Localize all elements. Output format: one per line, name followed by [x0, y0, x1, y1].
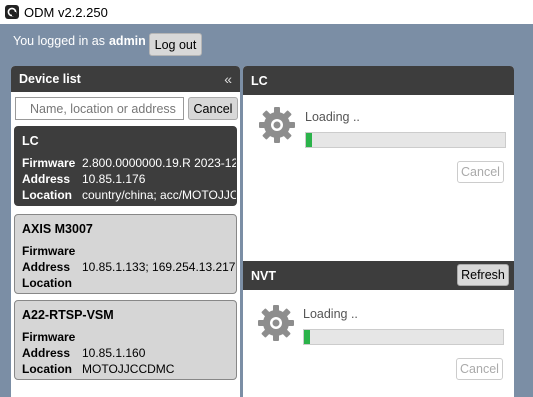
window-titlebar: ODM v2.2.250 — [0, 0, 533, 24]
nvt-panel-header: NVT Refresh — [243, 261, 514, 290]
device-search-input[interactable]: Name, location or address — [15, 97, 184, 120]
nvt-progress-bar — [303, 329, 504, 345]
device-card-a22-rtsp-vsm[interactable]: A22-RTSP-VSM Firmware Address 10.85.1.160… — [14, 300, 237, 380]
location-label: Location — [22, 188, 72, 202]
window-title: ODM v2.2.250 — [24, 5, 108, 20]
device-list-panel: Device list « Name, location or address … — [11, 66, 240, 397]
logout-button[interactable]: Log out — [149, 33, 202, 56]
lc-panel-title: LC — [251, 73, 268, 88]
location-label: Location — [22, 276, 72, 290]
app-main: You logged in as admin Log out Device li… — [0, 24, 533, 397]
device-card-lc[interactable]: LC Firmware 2.800.0000000.19.R 2023-12- A… — [14, 126, 237, 206]
login-status: You logged in as admin — [13, 34, 146, 48]
gear-icon — [258, 305, 294, 341]
device-details-area: LC Loading .. Cancel NVT Refresh Loading… — [243, 66, 514, 397]
device-location-row: Location — [22, 276, 82, 290]
device-list-header: Device list « — [11, 66, 240, 92]
device-location-row: Location MOTOJJCCDMC — [22, 362, 174, 376]
refresh-button[interactable]: Refresh — [457, 264, 509, 286]
address-value: 10.85.1.160 — [82, 346, 146, 360]
device-firmware-row: Firmware 2.800.0000000.19.R 2023-12- — [22, 156, 237, 170]
login-prefix: You logged in as — [13, 34, 105, 48]
lc-loading-text: Loading .. — [305, 110, 360, 124]
lc-progress-bar — [305, 132, 506, 148]
address-label: Address — [22, 260, 71, 274]
odm-app-icon — [5, 5, 19, 19]
device-card-axis-m3007[interactable]: AXIS M3007 Firmware Address 10.85.1.133; … — [14, 214, 237, 294]
device-address-row: Address 10.85.1.176 — [22, 172, 145, 186]
device-firmware-row: Firmware — [22, 244, 82, 258]
nvt-panel-title: NVT — [251, 268, 276, 283]
login-username: admin — [108, 34, 146, 48]
firmware-label: Firmware — [22, 244, 76, 258]
address-value: 10.85.1.133; 169.254.13.217 — [82, 260, 236, 274]
device-location-row: Location country/china; acc/MOTOJJC — [22, 188, 237, 202]
location-label: Location — [22, 362, 72, 376]
device-firmware-row: Firmware — [22, 330, 82, 344]
nvt-loading-text: Loading .. — [303, 307, 358, 321]
firmware-label: Firmware — [22, 156, 76, 170]
nvt-progress-fill — [304, 330, 310, 344]
device-name: LC — [22, 134, 39, 148]
device-name: A22-RTSP-VSM — [22, 308, 114, 322]
gear-icon — [259, 107, 295, 143]
address-value: 10.85.1.176 — [82, 172, 146, 186]
firmware-value: 2.800.0000000.19.R 2023-12- — [82, 156, 237, 170]
nvt-cancel-button[interactable]: Cancel — [456, 358, 503, 380]
address-label: Address — [22, 172, 71, 186]
device-name: AXIS M3007 — [22, 222, 93, 236]
lc-panel-header: LC — [243, 66, 514, 95]
lc-cancel-button[interactable]: Cancel — [457, 161, 504, 183]
location-value: country/china; acc/MOTOJJC — [82, 188, 237, 202]
firmware-label: Firmware — [22, 330, 76, 344]
device-list-title: Device list — [19, 72, 81, 86]
device-address-row: Address 10.85.1.133; 169.254.13.217 — [22, 260, 235, 274]
double-chevron-left-icon[interactable]: « — [224, 71, 232, 87]
location-value: MOTOJJCCDMC — [82, 362, 175, 376]
address-label: Address — [22, 346, 71, 360]
search-cancel-button[interactable]: Cancel — [188, 97, 238, 120]
device-address-row: Address 10.85.1.160 — [22, 346, 145, 360]
lc-progress-fill — [306, 133, 312, 147]
